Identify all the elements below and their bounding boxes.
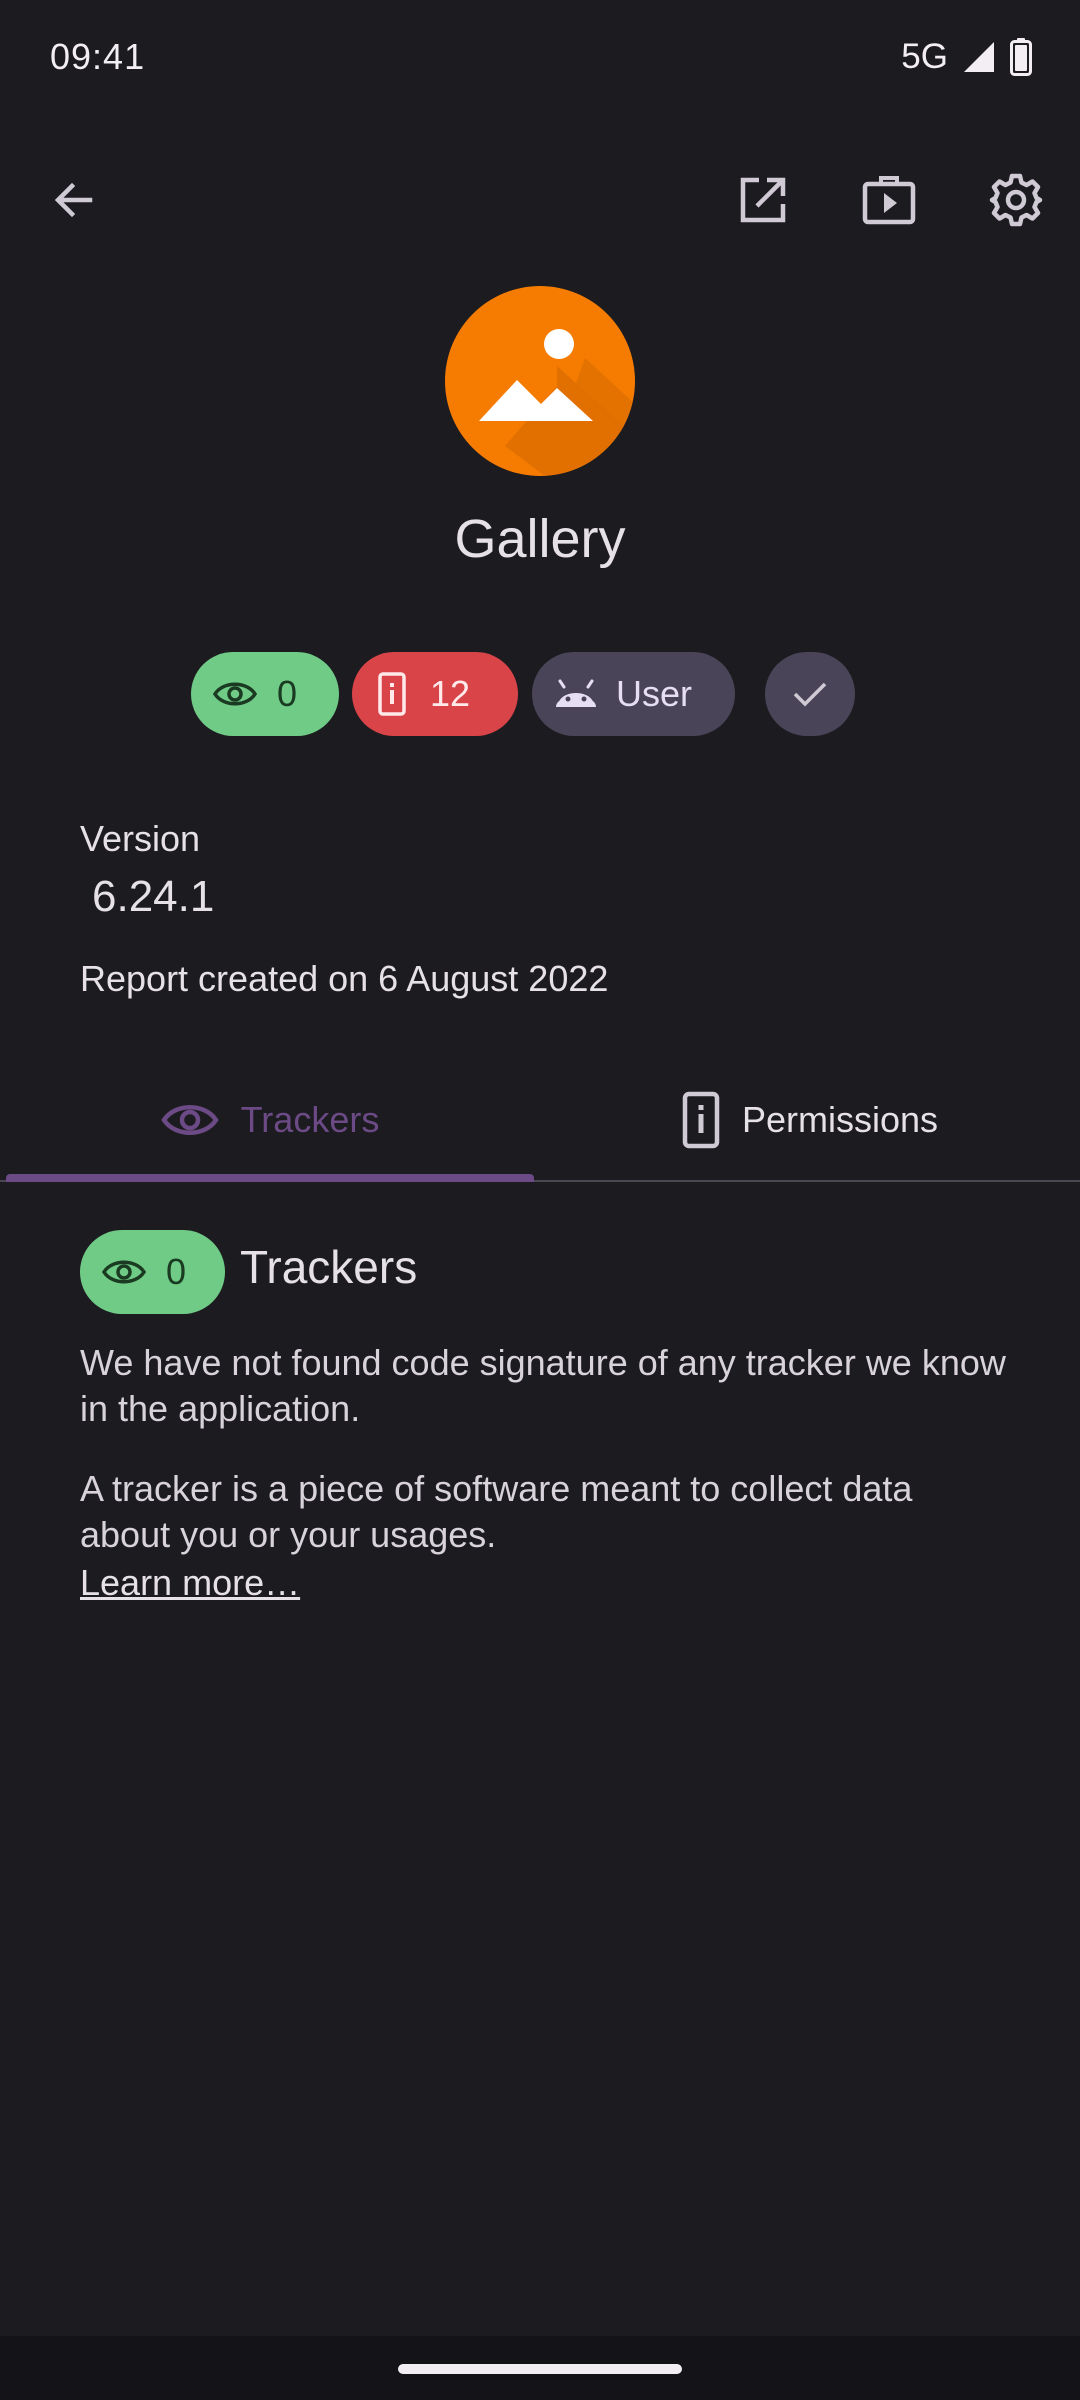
store-button[interactable]	[849, 160, 929, 240]
eye-icon	[160, 1100, 219, 1140]
network-type: 5G	[901, 37, 948, 76]
android-icon	[554, 679, 598, 709]
status-icons: 5G	[901, 36, 1032, 78]
eye-icon	[102, 1257, 146, 1287]
version-label: Version	[80, 818, 201, 859]
battery-icon	[1010, 38, 1032, 76]
tab-indicator	[6, 1174, 534, 1182]
trackers-count: 0	[277, 673, 298, 714]
arrow-back-icon	[50, 176, 98, 224]
version-value: 6.24.1	[92, 872, 215, 921]
tab-permissions[interactable]: Permissions	[540, 1060, 1080, 1180]
tab-trackers[interactable]: Trackers	[0, 1060, 540, 1180]
section-title: Trackers	[240, 1241, 418, 1293]
verified-chip[interactable]	[765, 652, 855, 736]
permissions-count: 12	[430, 673, 471, 714]
tracker-definition: A tracker is a piece of software meant t…	[80, 1468, 913, 1555]
permissions-chip[interactable]: 12	[352, 652, 518, 736]
tab-bar: Trackers Permissions	[0, 1060, 1080, 1182]
check-icon	[792, 680, 828, 708]
open-in-new-icon	[737, 174, 789, 226]
section-trackers-count: 0	[166, 1251, 187, 1292]
status-bar: 09:41 5G	[0, 0, 1080, 120]
app-name: Gallery	[454, 509, 626, 569]
summary-chips: 0 12 User	[0, 652, 1080, 736]
phone-info-icon	[378, 672, 406, 716]
home-handle[interactable]	[398, 2364, 682, 2374]
tab-permissions-label: Permissions	[741, 1099, 939, 1140]
play-store-icon	[861, 174, 917, 226]
tab-trackers-label: Trackers	[240, 1099, 380, 1140]
eye-icon	[213, 679, 257, 709]
app-type-label: User	[616, 673, 693, 714]
gear-icon	[988, 172, 1044, 228]
learn-more-link[interactable]: Learn more…	[80, 1562, 300, 1604]
trackers-chip[interactable]: 0	[191, 652, 339, 736]
phone-info-icon	[682, 1091, 720, 1149]
open-app-button[interactable]	[723, 160, 803, 240]
trackers-description: We have not found code signature of any …	[80, 1342, 1006, 1429]
signal-icon	[962, 40, 996, 74]
app-type-chip[interactable]: User	[532, 652, 735, 736]
settings-button[interactable]	[976, 160, 1056, 240]
top-app-bar	[0, 150, 1080, 250]
gallery-app-icon	[445, 286, 635, 476]
status-time: 09:41	[50, 36, 146, 77]
back-button[interactable]	[34, 160, 114, 240]
report-date: Report created on 6 August 2022	[80, 958, 609, 999]
trackers-section-chip: 0	[80, 1230, 225, 1314]
